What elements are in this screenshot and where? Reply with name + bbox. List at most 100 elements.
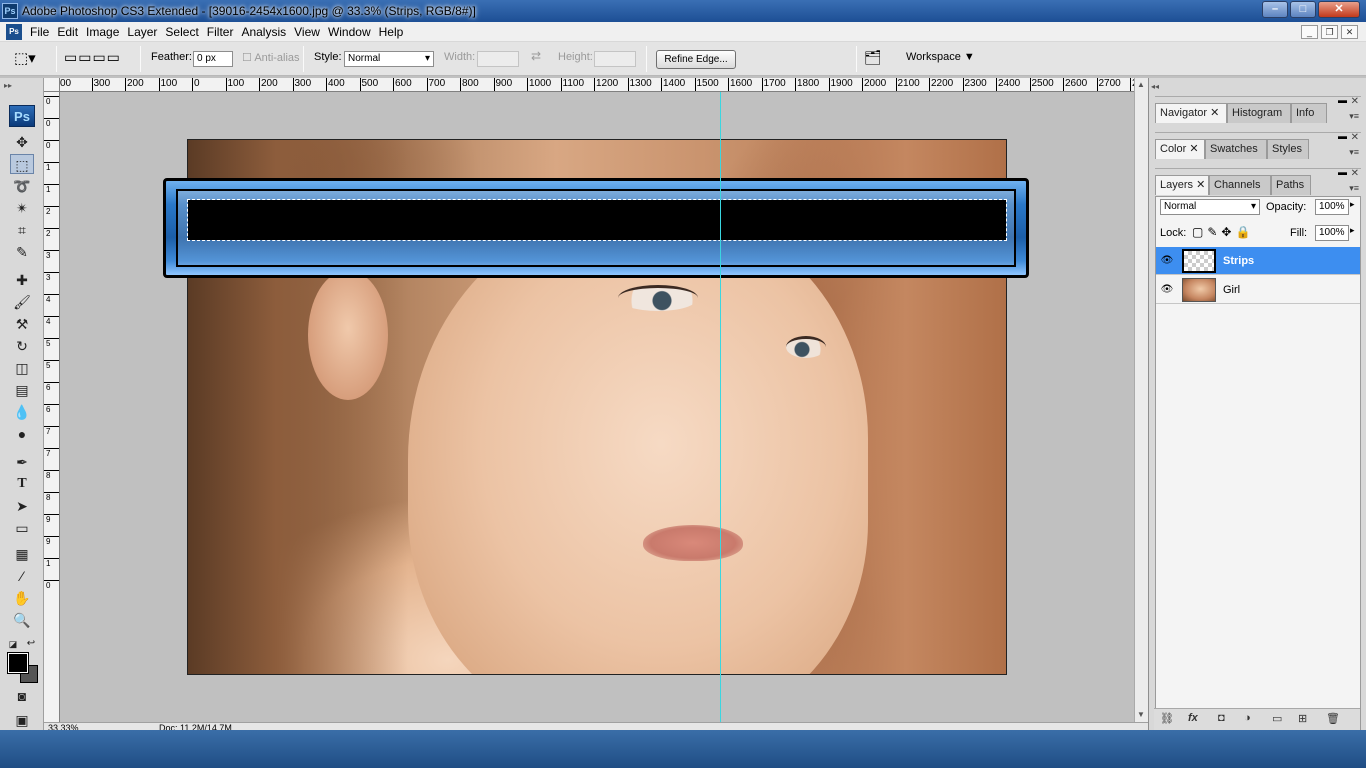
- clone-stamp-tool-icon[interactable]: ⚒: [10, 314, 34, 334]
- menu-help[interactable]: Help: [379, 25, 412, 39]
- document-icon[interactable]: Ps: [6, 24, 22, 40]
- new-layer-icon[interactable]: ⊞: [1298, 712, 1307, 725]
- menu-view[interactable]: View: [294, 25, 328, 39]
- new-group-icon[interactable]: ▭: [1272, 712, 1282, 725]
- shape-tool-icon[interactable]: ▭: [10, 518, 34, 538]
- marquee-selection[interactable]: [187, 199, 1007, 241]
- menu-image[interactable]: Image: [86, 25, 127, 39]
- layer-row-girl[interactable]: 👁 Girl: [1156, 276, 1360, 304]
- vertical-ruler[interactable]: 0 0 0 1 1 2 2 3 3 4 4 5 5 6 6 7 7 8 8 9 9 1 0: [44, 92, 60, 722]
- vertical-guide[interactable]: [720, 92, 721, 722]
- crop-tool-icon[interactable]: ⌗: [10, 220, 34, 240]
- layer-mask-icon[interactable]: ◘: [1218, 712, 1225, 724]
- selection-mode-icons[interactable]: ▭▭▭▭: [64, 49, 121, 66]
- style-select[interactable]: Normal ▾: [344, 51, 434, 67]
- swap-icon[interactable]: ⇄: [531, 49, 541, 63]
- swap-colors-icon[interactable]: ↩: [24, 634, 38, 654]
- eyedropper-tool-icon[interactable]: ⁄: [10, 566, 34, 586]
- panel-menu-icon[interactable]: ▾≡: [1349, 183, 1359, 194]
- menu-edit[interactable]: Edit: [57, 25, 86, 39]
- menu-select[interactable]: Select: [165, 25, 206, 39]
- visibility-eye-icon[interactable]: 👁: [1160, 255, 1174, 267]
- quick-mask-icon[interactable]: ◙: [10, 686, 34, 706]
- options-bar: ⬚▾ ▭▭▭▭ Feather: 0 px ☐ Anti-alias Style…: [0, 42, 1366, 76]
- close-icon[interactable]: ✕: [1210, 107, 1219, 119]
- adjustment-layer-icon[interactable]: ◑: [1244, 712, 1251, 724]
- menu-analysis[interactable]: Analysis: [241, 25, 294, 39]
- tab-info[interactable]: Info: [1291, 103, 1327, 123]
- menu-filter[interactable]: Filter: [207, 25, 242, 39]
- screen-mode-icon[interactable]: ▣: [10, 710, 34, 730]
- blend-mode-select[interactable]: Normal ▾: [1160, 199, 1260, 215]
- menu-window[interactable]: Window: [328, 25, 379, 39]
- doc-restore-button[interactable]: ❐: [1321, 25, 1338, 39]
- vertical-scrollbar[interactable]: ▲ ▼: [1134, 78, 1148, 722]
- history-brush-tool-icon[interactable]: ↻: [10, 336, 34, 356]
- refine-edge-button[interactable]: Refine Edge...: [656, 50, 736, 69]
- height-input[interactable]: [594, 51, 636, 67]
- bridge-icon[interactable]: 🗂: [864, 49, 882, 66]
- photoshop-logo[interactable]: Ps: [9, 105, 35, 127]
- pen-tool-icon[interactable]: ✒: [10, 452, 34, 472]
- visibility-eye-icon[interactable]: 👁: [1160, 284, 1174, 296]
- close-button[interactable]: ✕: [1318, 1, 1360, 18]
- horizontal-ruler[interactable]: 00 300 200 100 0 100 200 300 400 500 600 700 800 900 1…: [60, 78, 1134, 92]
- layer-row-strips[interactable]: 👁 Strips: [1156, 247, 1360, 275]
- close-icon[interactable]: ✕: [1189, 143, 1198, 155]
- width-input[interactable]: [477, 51, 519, 67]
- dodge-tool-icon[interactable]: ●: [10, 424, 34, 444]
- scroll-down-icon[interactable]: ▼: [1137, 710, 1145, 719]
- zoom-tool-icon[interactable]: 🔍: [10, 610, 34, 630]
- move-tool-icon[interactable]: ✥: [10, 132, 34, 152]
- tab-navigator[interactable]: Navigator ✕: [1155, 103, 1227, 123]
- tab-color[interactable]: Color ✕: [1155, 139, 1205, 159]
- dock-grip-icon[interactable]: ◂◂: [1151, 82, 1159, 91]
- maximize-button[interactable]: □: [1290, 1, 1316, 18]
- menu-layer[interactable]: Layer: [127, 25, 165, 39]
- fill-slider-arrow-icon[interactable]: ▸: [1350, 225, 1355, 236]
- brush-tool-icon[interactable]: 🖌: [10, 292, 34, 312]
- lasso-tool-icon[interactable]: ➰: [10, 176, 34, 196]
- feather-input[interactable]: 0 px: [193, 51, 233, 67]
- rectangular-marquee-tool-icon[interactable]: ⬚: [10, 154, 34, 174]
- tab-styles[interactable]: Styles: [1267, 139, 1309, 159]
- scroll-up-icon[interactable]: ▲: [1137, 80, 1145, 89]
- default-colors-icon[interactable]: ◪: [6, 634, 20, 654]
- path-selection-tool-icon[interactable]: ➤: [10, 496, 34, 516]
- marquee-tool-preset-icon[interactable]: ⬚▾: [14, 49, 36, 67]
- gradient-tool-icon[interactable]: ▤: [10, 380, 34, 400]
- fill-input[interactable]: 100%: [1315, 225, 1349, 241]
- toolbox-grip[interactable]: ▸▸: [4, 81, 38, 91]
- tab-histogram[interactable]: Histogram: [1227, 103, 1291, 123]
- lock-icons[interactable]: ▢✎✥🔒: [1192, 225, 1254, 239]
- link-layers-icon[interactable]: ⛓: [1160, 712, 1174, 725]
- panel-menu-icon[interactable]: ▾≡: [1349, 111, 1359, 122]
- healing-brush-tool-icon[interactable]: ✚: [10, 270, 34, 290]
- tab-layers[interactable]: Layers ✕: [1155, 175, 1209, 195]
- slice-tool-icon[interactable]: ✎: [10, 242, 34, 262]
- workspace-button[interactable]: Workspace ▼: [906, 51, 975, 63]
- hand-tool-icon[interactable]: ✋: [10, 588, 34, 608]
- blur-tool-icon[interactable]: 💧: [10, 402, 34, 422]
- close-icon[interactable]: ✕: [1196, 179, 1205, 191]
- tab-channels[interactable]: Channels: [1209, 175, 1271, 195]
- layer-style-icon[interactable]: fx: [1188, 712, 1198, 724]
- ruler-origin[interactable]: [44, 78, 60, 92]
- opacity-slider-arrow-icon[interactable]: ▸: [1350, 199, 1355, 210]
- foreground-color-swatch[interactable]: [7, 652, 29, 674]
- eraser-tool-icon[interactable]: ◫: [10, 358, 34, 378]
- panel-menu-icon[interactable]: ▾≡: [1349, 147, 1359, 158]
- delete-layer-icon[interactable]: 🗑: [1326, 712, 1340, 725]
- antialias-checkbox[interactable]: ☐ Anti-alias: [242, 51, 300, 64]
- minimize-button[interactable]: –: [1262, 1, 1288, 18]
- tab-swatches[interactable]: Swatches: [1205, 139, 1267, 159]
- color-swatches[interactable]: [7, 652, 40, 685]
- notes-tool-icon[interactable]: ▦: [10, 544, 34, 564]
- menu-file[interactable]: File: [30, 25, 57, 39]
- tab-paths[interactable]: Paths: [1271, 175, 1311, 195]
- opacity-input[interactable]: 100%: [1315, 199, 1349, 215]
- doc-close-button[interactable]: ✕: [1341, 25, 1358, 39]
- doc-minimize-button[interactable]: _: [1301, 25, 1318, 39]
- magic-wand-tool-icon[interactable]: ✴: [10, 198, 34, 218]
- type-tool-icon[interactable]: T: [10, 474, 34, 494]
